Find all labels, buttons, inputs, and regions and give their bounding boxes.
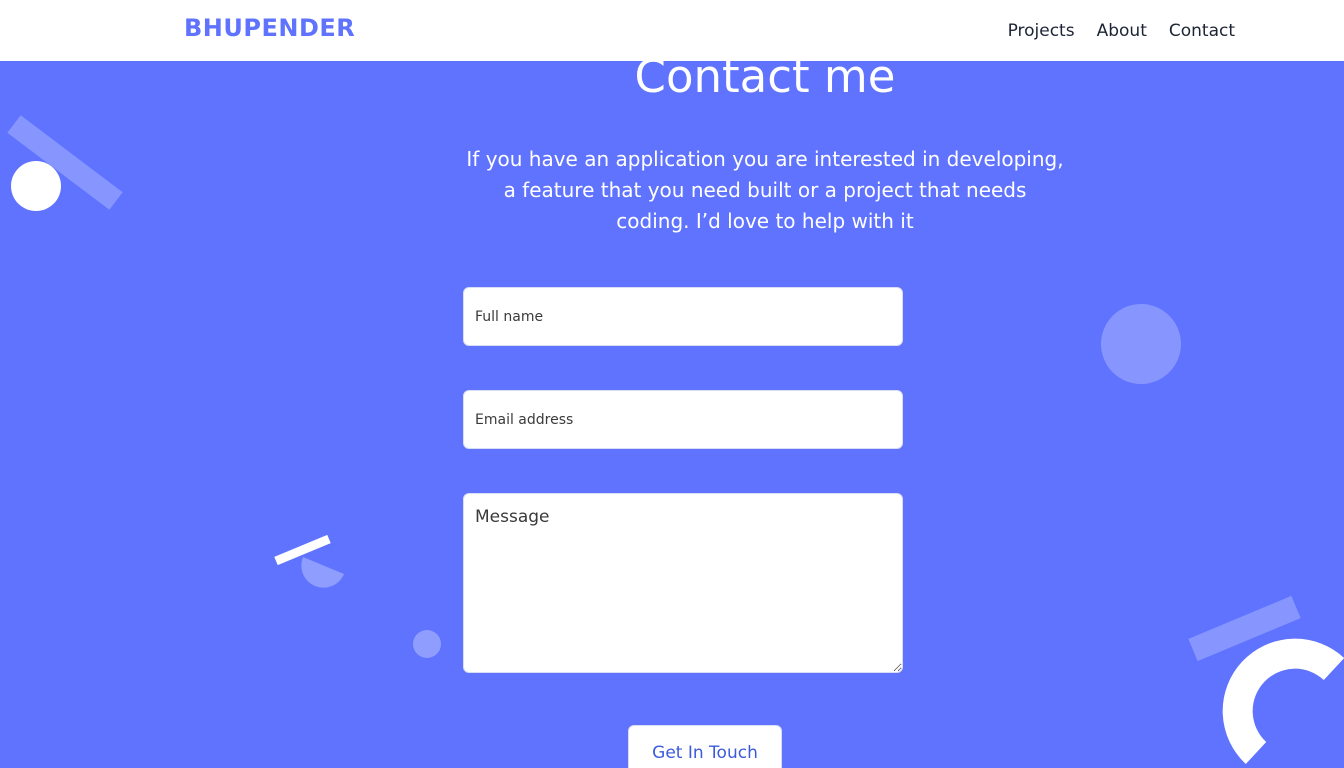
nav-link-projects[interactable]: Projects [1008,20,1075,42]
full-name-input[interactable] [463,287,903,346]
decor-bar-mid-left [270,530,350,590]
site-header: BHUPENDER Projects About Contact [0,0,1344,61]
get-in-touch-button[interactable]: Get In Touch [628,725,782,768]
nav-link-about[interactable]: About [1097,20,1147,42]
email-input[interactable] [463,390,903,449]
contact-intro: If you have an application you are inter… [466,147,1064,233]
decor-arc-bottom-right [1200,622,1344,768]
brand-logo[interactable]: BHUPENDER [184,14,355,42]
decor-circle-right [1100,303,1182,385]
decor-circle-top-left [10,160,62,212]
decor-circle-small [412,629,442,659]
main-nav: Projects About Contact [1008,20,1235,42]
nav-link-contact[interactable]: Contact [1169,20,1235,42]
message-textarea[interactable] [463,493,903,673]
